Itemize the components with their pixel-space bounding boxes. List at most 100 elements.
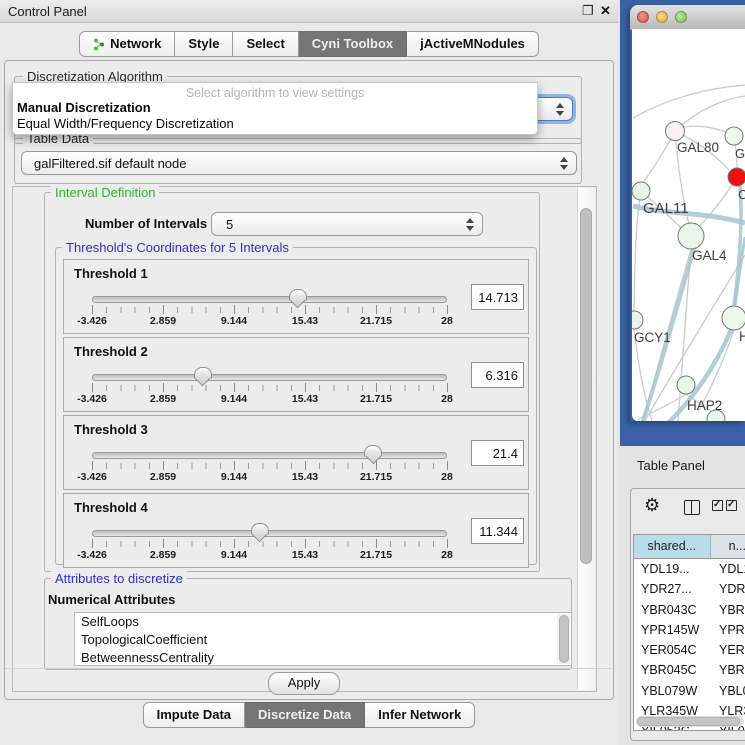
slider-track[interactable] <box>92 296 447 303</box>
table-cell-shared-name[interactable]: YBR043C <box>634 600 711 620</box>
top-tabstrip: Network Style Select Cyni Toolbox jActiv… <box>0 31 618 57</box>
table-row[interactable]: YBL079WYBL0 <box>634 681 745 701</box>
table-cell-shared-name[interactable]: YBR045C <box>634 660 711 680</box>
table-cell-shared-name[interactable]: YDL19... <box>634 559 711 579</box>
threshold-value-field[interactable]: 6.316 <box>471 362 524 388</box>
threshold-value-field[interactable]: 11.344 <box>471 518 524 544</box>
slider-tick-label: 28 <box>441 471 453 483</box>
tab-cyni-toolbox[interactable]: Cyni Toolbox <box>299 31 407 57</box>
table-horizontal-scrollbar[interactable] <box>636 716 744 727</box>
control-panel-titlebar: Control Panel ❐ ✕ <box>0 0 618 23</box>
gear-icon[interactable]: ⚙ <box>644 495 660 516</box>
table-row[interactable]: YDL19...YDL1 <box>634 559 745 579</box>
slider-thumb[interactable] <box>289 289 307 301</box>
slider-minor-ticks <box>92 307 448 313</box>
apply-button[interactable]: Apply <box>268 672 340 695</box>
slider-major-tick <box>234 305 235 314</box>
slider-major-tick <box>92 539 93 548</box>
table-cell-name[interactable]: YDL1 <box>711 559 745 579</box>
slider-track[interactable] <box>92 530 447 537</box>
table-horizontal-scrollbar-thumb[interactable] <box>637 717 740 726</box>
control-panel: Control Panel ❐ ✕ Network Style Select C… <box>0 0 618 745</box>
slider-minor-ticks <box>92 463 448 469</box>
tab-impute-data[interactable]: Impute Data <box>143 702 245 728</box>
tab-style[interactable]: Style <box>175 31 233 57</box>
network-icon <box>93 38 105 51</box>
slider-tick-label: -3.426 <box>77 315 107 327</box>
slider-major-tick <box>163 461 164 470</box>
network-graph: GAL80GCGAL11GAL4GCY1HHAP2 <box>632 29 745 421</box>
table-cell-name[interactable]: YPR1 <box>711 620 745 640</box>
tab-select[interactable]: Select <box>233 31 298 57</box>
attribute-list-item[interactable]: BetweennessCentrality <box>75 649 571 666</box>
table-cell-name[interactable]: YBL0 <box>711 681 745 701</box>
slider-major-tick <box>92 461 93 470</box>
slider-track[interactable] <box>92 452 447 459</box>
slider-minor-ticks <box>92 541 448 547</box>
popup-item-manual-discretization[interactable]: Manual Discretization <box>15 100 537 116</box>
slider-tick-label: 9.144 <box>221 549 247 561</box>
slider-tick-label: 2.859 <box>150 315 176 327</box>
tab-infer-network[interactable]: Infer Network <box>365 702 475 728</box>
threshold-value-field[interactable]: 14.713 <box>471 284 524 310</box>
checkbox-icon[interactable]: ✓ <box>712 500 723 511</box>
table-data-group: Table Data galFiltered.sif default node <box>14 138 582 184</box>
network-node <box>725 127 743 145</box>
checkbox-icon[interactable]: ✓ <box>726 500 737 511</box>
attribute-list-item[interactable]: SelfLoops <box>75 613 571 631</box>
threshold-row: Threshold 3-3.4262.8599.14415.4321.71528… <box>63 415 529 490</box>
slider-tick-label: 2.859 <box>150 471 176 483</box>
tab-discretize-data[interactable]: Discretize Data <box>245 702 365 728</box>
zoom-traffic-light[interactable] <box>675 11 687 23</box>
table-panel: ⚙ ✓ ✓ shared... n... YDL19...YDL1YDR27..… <box>630 488 745 741</box>
popup-item-equal-width-frequency[interactable]: Equal Width/Frequency Discretization <box>15 116 537 132</box>
column-header-shared-name[interactable]: shared... <box>634 535 711 558</box>
network-node-label: GAL4 <box>692 248 727 263</box>
close-icon[interactable]: ✕ <box>600 3 611 19</box>
table-row[interactable]: YBR045CYBR0 <box>634 660 745 680</box>
network-window-titlebar <box>630 5 745 30</box>
slider-tick-label: 21.715 <box>360 549 392 561</box>
close-traffic-light[interactable] <box>637 11 649 23</box>
numerical-attributes-list[interactable]: SelfLoopsTopologicalCoefficientBetweenne… <box>74 612 572 666</box>
minimize-traffic-light[interactable] <box>656 11 668 23</box>
tab-jactivemnodules[interactable]: jActiveMNodules <box>407 31 539 57</box>
vertical-scrollbar[interactable] <box>577 188 595 690</box>
slider-track[interactable] <box>92 374 447 381</box>
table-cell-name[interactable]: YBR0 <box>711 600 745 620</box>
table-cell-name[interactable]: YBR0 <box>711 660 745 680</box>
slider-major-tick <box>447 461 448 470</box>
attributes-scrollbar-thumb[interactable] <box>559 615 569 663</box>
slider-tick-label: 15.43 <box>292 549 318 561</box>
attribute-list-item[interactable]: TopologicalCoefficient <box>75 631 571 649</box>
table-row[interactable]: YPR145WYPR1 <box>634 620 745 640</box>
network-canvas[interactable]: GAL80GCGAL11GAL4GCY1HHAP2 <box>632 29 745 421</box>
table-row[interactable]: YER054CYER0 <box>634 640 745 660</box>
slider-thumb[interactable] <box>251 523 269 535</box>
table-cell-shared-name[interactable]: YPR145W <box>634 620 711 640</box>
table-row[interactable]: YBR043CYBR0 <box>634 600 745 620</box>
threshold-label: Threshold 1 <box>74 266 148 281</box>
slider-major-tick <box>234 539 235 548</box>
table-cell-shared-name[interactable]: YER054C <box>634 640 711 660</box>
tab-network[interactable]: Network <box>79 31 175 57</box>
table-data-combobox[interactable]: galFiltered.sif default node <box>21 151 577 175</box>
float-window-icon[interactable]: ❐ <box>582 3 594 19</box>
columns-icon[interactable] <box>684 500 700 515</box>
threshold-value-field[interactable]: 21.4 <box>471 440 524 466</box>
table-cell-name[interactable]: YDR2 <box>711 579 745 599</box>
slider-thumb[interactable] <box>194 367 212 379</box>
slider-major-tick <box>163 383 164 392</box>
interval-definition-title: Interval Definition <box>51 185 159 200</box>
table-cell-shared-name[interactable]: YBL079W <box>634 681 711 701</box>
attributes-scrollbar[interactable] <box>557 614 570 664</box>
table-cell-name[interactable]: YER0 <box>711 640 745 660</box>
table-cell-shared-name[interactable]: YDR27... <box>634 579 711 599</box>
table-row[interactable]: YDR27...YDR2 <box>634 579 745 599</box>
slider-thumb[interactable] <box>364 445 382 457</box>
column-header-name[interactable]: n... <box>711 535 745 558</box>
network-node <box>678 223 704 249</box>
num-intervals-combobox[interactable]: 5 <box>211 212 483 236</box>
slider-major-tick <box>92 383 93 392</box>
vertical-scrollbar-thumb[interactable] <box>580 208 592 564</box>
